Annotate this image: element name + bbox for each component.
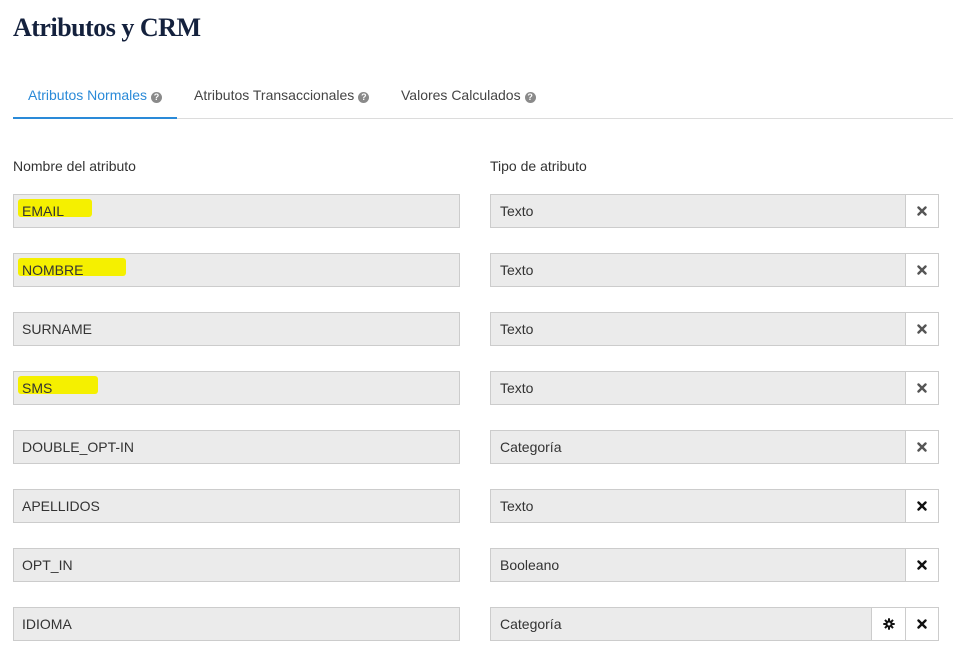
attribute-row: NOMBRE Texto xyxy=(0,253,953,287)
tab-label: Valores Calculados xyxy=(401,87,521,103)
page-title: Atributos y CRM xyxy=(13,13,201,42)
attribute-name-label: NOMBRE xyxy=(22,262,84,278)
gear-icon xyxy=(882,618,895,630)
attribute-name-label: DOUBLE_OPT-IN xyxy=(22,439,135,455)
attribute-row: OPT_IN Booleano xyxy=(0,548,953,582)
settings-button[interactable] xyxy=(871,607,906,641)
attribute-row: DOUBLE_OPT-IN Categoría xyxy=(0,430,953,464)
attribute-name-text: IDIOMA xyxy=(22,608,72,640)
column-label-name: Nombre del atributo xyxy=(13,158,136,174)
tab-bar: Atributos Normales? Atributos Transaccio… xyxy=(13,78,953,119)
attribute-name-field[interactable]: NOMBRE xyxy=(13,253,460,287)
attribute-name-text: NOMBRE xyxy=(18,254,126,286)
close-icon xyxy=(917,442,927,452)
close-icon xyxy=(917,619,927,629)
attribute-name-label: SMS xyxy=(22,380,53,396)
delete-attribute-button[interactable] xyxy=(905,194,939,228)
close-icon xyxy=(917,383,927,393)
help-icon[interactable]: ? xyxy=(524,92,536,103)
attribute-name-text: OPT_IN xyxy=(22,549,73,581)
help-icon[interactable]: ? xyxy=(358,92,370,103)
attribute-type-field[interactable]: Categoría xyxy=(490,430,906,464)
attribute-row: EMAIL Texto xyxy=(0,194,953,228)
attribute-type-field[interactable]: Texto xyxy=(490,371,906,405)
attribute-name-label: IDIOMA xyxy=(22,616,72,632)
tab-atributos-normales[interactable]: Atributos Normales? xyxy=(13,78,178,119)
close-icon xyxy=(917,501,927,511)
tab-label: Atributos Transaccionales xyxy=(194,87,355,103)
delete-attribute-button[interactable] xyxy=(905,607,939,641)
attribute-name-text: EMAIL xyxy=(18,195,92,227)
attribute-name-label: APELLIDOS xyxy=(22,498,100,514)
attribute-name-field[interactable]: EMAIL xyxy=(13,194,460,228)
delete-attribute-button[interactable] xyxy=(905,253,939,287)
delete-attribute-button[interactable] xyxy=(905,548,939,582)
attribute-name-text: SMS xyxy=(18,372,98,404)
attribute-name-field[interactable]: OPT_IN xyxy=(13,548,460,582)
attribute-name-text: APELLIDOS xyxy=(22,490,100,522)
delete-attribute-button[interactable] xyxy=(905,489,939,523)
close-icon xyxy=(917,324,927,334)
help-icon[interactable]: ? xyxy=(151,92,163,103)
column-label-type: Tipo de atributo xyxy=(490,158,587,174)
attribute-name-field[interactable]: DOUBLE_OPT-IN xyxy=(13,430,460,464)
attribute-type-field[interactable]: Texto xyxy=(490,312,906,346)
close-icon xyxy=(917,206,927,216)
attribute-name-field[interactable]: SURNAME xyxy=(13,312,460,346)
delete-attribute-button[interactable] xyxy=(905,430,939,464)
tab-valores-calculados[interactable]: Valores Calculados? xyxy=(401,78,536,118)
delete-attribute-button[interactable] xyxy=(905,312,939,346)
tab-label: Atributos Normales xyxy=(28,87,148,103)
close-icon xyxy=(917,560,927,570)
close-icon xyxy=(917,265,927,275)
attribute-name-field[interactable]: IDIOMA xyxy=(13,607,460,641)
attribute-type-field[interactable]: Booleano xyxy=(490,548,906,582)
attribute-name-field[interactable]: APELLIDOS xyxy=(13,489,460,523)
attribute-type-field[interactable]: Texto xyxy=(490,253,906,287)
attribute-name-label: EMAIL xyxy=(22,203,65,219)
delete-attribute-button[interactable] xyxy=(905,371,939,405)
attribute-type-field[interactable]: Texto xyxy=(490,489,906,523)
attribute-type-field[interactable]: Categoría xyxy=(490,607,872,641)
attribute-name-label: OPT_IN xyxy=(22,557,73,573)
tab-atributos-transaccionales[interactable]: Atributos Transaccionales? xyxy=(194,78,370,118)
attribute-name-text: DOUBLE_OPT-IN xyxy=(22,431,134,463)
attribute-row: APELLIDOS Texto xyxy=(0,489,953,523)
attribute-row: IDIOMA Categoría xyxy=(0,607,953,641)
attribute-name-field[interactable]: SMS xyxy=(13,371,460,405)
attribute-row: SMS Texto xyxy=(0,371,953,405)
attribute-name-text: SURNAME xyxy=(22,313,92,345)
attribute-type-field[interactable]: Texto xyxy=(490,194,906,228)
attribute-name-label: SURNAME xyxy=(22,321,93,337)
attribute-row: SURNAME Texto xyxy=(0,312,953,346)
